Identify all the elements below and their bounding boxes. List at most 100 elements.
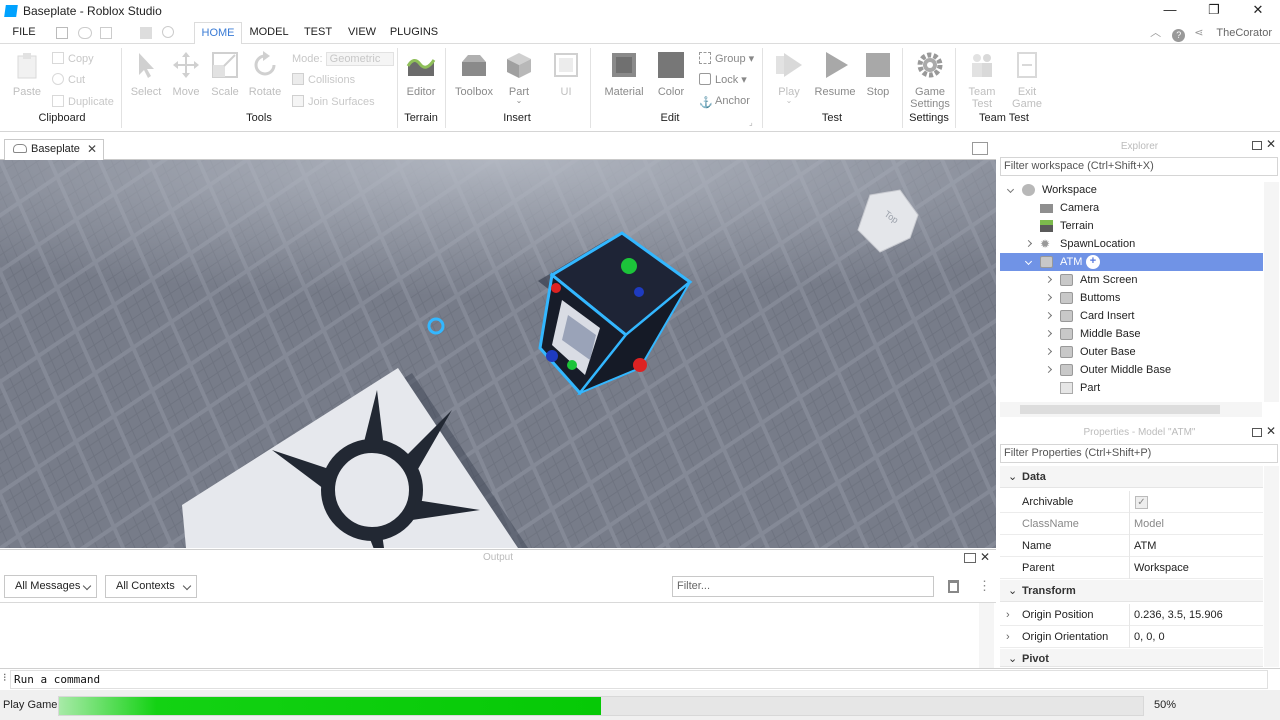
explorer-vscrollbar[interactable] [1264,182,1279,402]
output-filter-input[interactable]: Filter... [672,576,934,597]
close-button[interactable]: ✕ [1238,0,1278,22]
resume-button[interactable]: Resume [814,50,856,98]
properties-filter-input[interactable]: Filter Properties (Ctrl+Shift+P) [1000,444,1278,463]
explorer-filter-input[interactable]: Filter workspace (Ctrl+Shift+X) [1000,157,1278,176]
chevron-right-icon[interactable] [1044,311,1053,320]
explorer-close-icon[interactable]: ✕ [1266,137,1276,151]
restore-button[interactable]: ❐ [1194,0,1234,22]
explorer-item-atm[interactable]: ATM + [1000,253,1263,271]
close-output-icon[interactable]: ✕ [980,550,990,564]
explorer-item-part[interactable]: Part [1000,379,1263,397]
anchor-button[interactable]: ⚓ Anchor [699,95,750,109]
explorer-item-workspace[interactable]: Workspace [1000,181,1263,199]
cut-button[interactable]: Cut [52,73,85,86]
chevron-right-icon[interactable] [1024,239,1033,248]
menu-plugins[interactable]: PLUGINS [388,22,440,44]
menu-test[interactable]: TEST [298,22,338,44]
prop-name[interactable]: Name ATM [1000,535,1263,557]
explorer-item-card-insert[interactable]: Card Insert [1000,307,1263,325]
properties-dock-icon[interactable] [1252,428,1262,437]
redo-icon[interactable] [100,27,112,39]
archivable-checkbox[interactable]: ✓ [1135,496,1148,509]
output-scrollbar[interactable] [979,603,994,668]
chevron-right-icon[interactable] [1044,329,1053,338]
explorer-item-camera[interactable]: Camera [1000,199,1263,217]
explorer-item-outer-base[interactable]: Outer Base [1000,343,1263,361]
stop-icon[interactable] [140,27,152,39]
stop-button[interactable]: Stop [862,50,894,98]
undo-icon[interactable] [162,26,174,38]
chevron-right-icon[interactable] [1044,275,1053,284]
3d-viewport[interactable]: Top [0,160,996,548]
toolbox-button[interactable]: Toolbox [452,50,496,98]
chevron-down-icon[interactable] [1024,257,1033,266]
section-transform[interactable]: ⌄ Transform [1000,580,1263,602]
username[interactable]: TheCorator [1216,27,1272,39]
menu-view[interactable]: VIEW [343,22,381,44]
viewport-maximize-icon[interactable] [972,142,988,155]
paste-button[interactable]: Paste [8,50,46,98]
command-input[interactable]: Run a command [10,670,1268,689]
publish-icon[interactable] [78,27,92,39]
chevron-up-icon[interactable]: ︿ [1150,27,1161,39]
explorer-item-spawnlocation[interactable]: ✹ SpawnLocation [1000,235,1263,253]
team-test-button[interactable]: Team Test [962,50,1002,110]
edit-expand-icon[interactable]: ⌟ [749,118,753,127]
move-button[interactable]: Move [168,50,204,98]
add-object-icon[interactable]: + [1086,255,1100,269]
rotate-button[interactable]: Rotate [246,50,284,98]
contexts-filter-dropdown[interactable]: All Contexts [105,575,197,598]
part-dropdown-icon[interactable]: ⌄ [502,97,536,105]
prop-archivable[interactable]: Archivable ✓ [1000,491,1263,513]
lock-button[interactable]: Lock ▾ [699,73,747,86]
terrain-editor-button[interactable]: Editor [402,50,440,98]
chevron-down-icon[interactable] [1006,185,1015,194]
dock-icon[interactable] [964,553,976,563]
prop-origin-position[interactable]: › Origin Position 0.236, 3.5, 15.906 [1000,604,1263,626]
trash-icon[interactable] [948,580,959,593]
menu-home[interactable]: HOME [194,22,242,45]
duplicate-button[interactable]: Duplicate [52,95,114,108]
ui-button[interactable]: UI [549,50,583,98]
chevron-right-icon[interactable] [1044,293,1053,302]
select-button[interactable]: Select [128,50,164,98]
close-tab-icon[interactable]: ✕ [87,140,97,159]
messages-filter-dropdown[interactable]: All Messages [4,575,97,598]
chevron-right-icon[interactable]: › [1006,604,1010,626]
material-button[interactable]: Material [600,50,648,98]
explorer-item-atm-screen[interactable]: Atm Screen [1000,271,1263,289]
more-options-icon[interactable]: ⋮ [978,578,991,594]
section-data[interactable]: ⌄ Data [1000,466,1263,488]
exit-game-button[interactable]: Exit Game [1008,50,1046,110]
explorer-item-terrain[interactable]: Terrain [1000,217,1263,235]
section-pivot[interactable]: ⌄ Pivot [1000,649,1263,667]
chevron-right-icon[interactable] [1044,365,1053,374]
explorer-item-outer-middle-base[interactable]: Outer Middle Base [1000,361,1263,379]
part-button[interactable]: Part ⌄ [502,50,536,105]
mode-select[interactable]: Mode: Geometric [292,52,394,66]
save-icon[interactable] [56,27,68,39]
share-icon[interactable]: ⋖ [1194,27,1203,39]
play-button[interactable]: Play ⌄ [769,50,809,105]
properties-scrollbar[interactable] [1264,466,1279,667]
menu-file[interactable]: FILE [6,22,42,44]
minimize-button[interactable]: — [1150,0,1190,22]
copy-button[interactable]: Copy [52,52,94,65]
viewport-scene[interactable]: Top [0,160,996,548]
explorer-dock-icon[interactable] [1252,141,1262,150]
explorer-item-buttoms[interactable]: Buttoms [1000,289,1263,307]
properties-close-icon[interactable]: ✕ [1266,424,1276,438]
color-button[interactable]: Color [652,50,690,98]
prop-parent[interactable]: Parent Workspace [1000,557,1263,579]
explorer-item-middle-base[interactable]: Middle Base [1000,325,1263,343]
explorer-hscrollbar[interactable] [1000,402,1262,417]
chevron-right-icon[interactable] [1044,347,1053,356]
chevron-right-icon[interactable]: › [1006,626,1010,648]
menu-model[interactable]: MODEL [247,22,291,44]
tab-baseplate[interactable]: Baseplate ✕ [4,139,104,160]
play-dropdown-icon[interactable]: ⌄ [769,97,809,105]
help-icon[interactable]: ? [1172,29,1186,42]
group-button[interactable]: Group ▾ [699,52,754,65]
join-surfaces-toggle[interactable]: Join Surfaces [292,95,375,108]
collisions-toggle[interactable]: Collisions [292,73,355,86]
